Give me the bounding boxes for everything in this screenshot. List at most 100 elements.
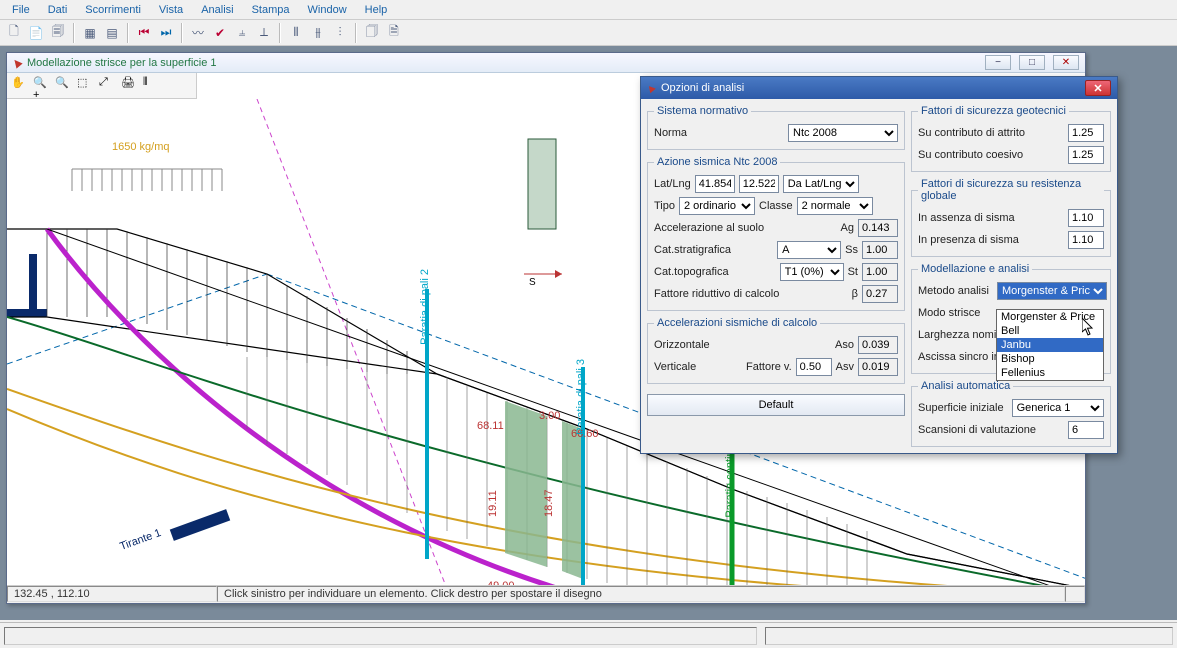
group-fsr: Fattori di sicurezza su resistenza globa… <box>911 178 1111 257</box>
fv-input[interactable] <box>796 358 832 376</box>
menu-bar: File Dati Scorrimenti Vista Analisi Stam… <box>0 0 1177 20</box>
norma-label: Norma <box>654 127 687 139</box>
cattopo-select[interactable]: T1 (0%) <box>780 263 844 281</box>
first-icon[interactable]: ⏮ <box>134 23 154 43</box>
hand-icon[interactable]: ✋ <box>11 76 31 96</box>
sliders-icon[interactable]: ⫴ <box>143 76 163 96</box>
menu-vista[interactable]: Vista <box>151 2 191 18</box>
menu-file[interactable]: File <box>4 2 38 18</box>
con-label: In presenza di sisma <box>918 234 1019 246</box>
norma-select[interactable]: Ntc 2008 <box>788 124 898 142</box>
grid1-icon[interactable]: ▦ <box>80 23 100 43</box>
zoom-in-icon[interactable]: 🔍+ <box>33 76 53 96</box>
mouse-cursor-icon <box>1082 318 1096 336</box>
aso-input <box>858 336 898 354</box>
load-label: 1650 kg/mq <box>112 141 169 153</box>
acc-label: Accelerazione al suolo <box>654 222 764 234</box>
dialog-titlebar[interactable]: Opzioni di analisi ✕ <box>641 77 1117 99</box>
default-button[interactable]: Default <box>647 394 905 416</box>
surf-label: Superficie iniziale <box>918 402 1004 414</box>
metodo-select[interactable]: Morgenster & Price <box>997 282 1107 300</box>
check-icon[interactable]: ✔ <box>210 23 230 43</box>
classe-select[interactable]: 2 normale <box>797 197 873 215</box>
group-accel: Accelerazioni sismiche di calcolo Orizzo… <box>647 317 905 384</box>
app-status-bar <box>0 622 1177 648</box>
title-arrow-icon <box>11 57 22 68</box>
dialog-close-button[interactable]: ✕ <box>1085 80 1111 96</box>
chart-icon[interactable]: ⫨ <box>232 23 252 43</box>
canvas-toolbar: ✋ 🔍+ 🔍 ⬚ ⤢ 🖨 ⫴ <box>7 73 197 99</box>
close-button[interactable]: ✕ <box>1053 55 1079 70</box>
menu-dati[interactable]: Dati <box>40 2 76 18</box>
latlng-src-select[interactable]: Da Lat/Lng <box>783 175 859 193</box>
zoom-fit-icon[interactable]: ⤢ <box>99 76 119 96</box>
curve-icon[interactable]: 〰 <box>188 23 208 43</box>
print-icon[interactable]: 🖨 <box>121 76 141 96</box>
child-title-text: Modellazione strisce per la superficie 1 <box>27 57 217 69</box>
menu-window[interactable]: Window <box>300 2 355 18</box>
ss-input <box>862 241 898 259</box>
copy-icon[interactable]: 🗍 <box>362 23 382 43</box>
con-input[interactable] <box>1068 231 1104 249</box>
min-button[interactable]: − <box>985 55 1011 70</box>
cattopo-label: Cat.topografica <box>654 266 729 278</box>
b-label: β <box>852 288 858 300</box>
surf-select[interactable]: Generica 1 <box>1012 399 1104 417</box>
toolbar-separator <box>279 23 281 43</box>
grid2-icon[interactable]: ▤ <box>102 23 122 43</box>
menu-analisi[interactable]: Analisi <box>193 2 241 18</box>
asv-label: Asv <box>836 361 854 373</box>
tipo-label: Tipo <box>654 200 675 212</box>
group-auto: Analisi automatica Superficie inizialeGe… <box>911 380 1111 447</box>
open-icon[interactable]: 📄 <box>26 23 46 43</box>
last-icon[interactable]: ⏭ <box>156 23 176 43</box>
dialog-arrow-icon <box>646 83 656 92</box>
legend-accel: Accelerazioni sismiche di calcolo <box>654 317 820 329</box>
catstrat-label: Cat.stratigrafica <box>654 244 731 256</box>
slider1-icon[interactable]: ⫴ <box>286 23 306 43</box>
scan-input[interactable] <box>1068 421 1104 439</box>
attrito-input[interactable] <box>1068 124 1104 142</box>
aso-label: Aso <box>835 339 854 351</box>
menu-stampa[interactable]: Stampa <box>244 2 298 18</box>
svg-text:19.11: 19.11 <box>487 490 499 517</box>
child-titlebar[interactable]: Modellazione strisce per la superficie 1… <box>7 53 1085 73</box>
scan-label: Scansioni di valutazione <box>918 424 1036 436</box>
lat-input[interactable] <box>695 175 735 193</box>
max-button[interactable]: □ <box>1019 55 1045 70</box>
slider3-icon[interactable]: ⫶ <box>330 23 350 43</box>
b-input <box>862 285 898 303</box>
zoom-lens-icon[interactable]: 🔍 <box>55 76 75 96</box>
menu-help[interactable]: Help <box>357 2 396 18</box>
zoom-area-icon[interactable]: ⬚ <box>77 76 97 96</box>
catstrat-select[interactable]: A <box>777 241 841 259</box>
bars-icon[interactable]: ⟂ <box>254 23 274 43</box>
legend-fsg: Fattori di sicurezza geotecnici <box>918 105 1069 117</box>
latlng-label: Lat/Lng <box>654 178 691 190</box>
metodo-opt-2[interactable]: Janbu <box>997 338 1103 352</box>
slider2-icon[interactable]: ⫵ <box>308 23 328 43</box>
status-box-2 <box>765 627 1173 645</box>
new-icon[interactable]: 🗋 <box>4 23 24 43</box>
tipo-select[interactable]: 2 ordinario <box>679 197 755 215</box>
status-grip <box>1065 586 1085 602</box>
legend-sistema: Sistema normativo <box>654 105 751 117</box>
asv-input <box>858 358 898 376</box>
svg-text:49.00: 49.00 <box>487 580 515 585</box>
svg-text:3.00: 3.00 <box>539 410 560 422</box>
save-icon[interactable]: 🗐 <box>48 23 68 43</box>
menu-scorrimenti[interactable]: Scorrimenti <box>77 2 149 18</box>
metodo-opt-3[interactable]: Bishop <box>997 352 1103 366</box>
paste-icon[interactable]: 🗎 <box>384 23 404 43</box>
ag-input <box>858 219 898 237</box>
dialog-title-text: Opzioni di analisi <box>661 82 744 94</box>
coesivo-input[interactable] <box>1068 146 1104 164</box>
senza-input[interactable] <box>1068 209 1104 227</box>
svg-text:18.47: 18.47 <box>543 489 555 517</box>
ss-label: Ss <box>845 244 858 256</box>
vert-label: Verticale <box>654 361 696 373</box>
metodo-opt-4[interactable]: Fellenius <box>997 366 1103 380</box>
fatt-label: Fattore riduttivo di calcolo <box>654 288 779 300</box>
group-model: Modellazione e analisi Metodo analisi Mo… <box>911 263 1111 374</box>
lng-input[interactable] <box>739 175 779 193</box>
